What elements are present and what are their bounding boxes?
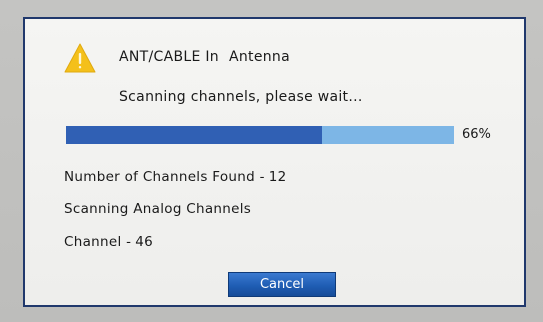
scan-mode-text: Scanning Analog Channels [64,201,252,217]
channels-found-count: 12 [268,169,287,185]
tv-screen: ANT/CABLE In Antenna Scanning channels, p… [0,0,543,322]
current-channel-row: Channel -46 [64,234,153,250]
scan-progress-fill [66,126,323,144]
current-channel-label: Channel - [64,234,132,250]
warning-icon [64,43,96,73]
cancel-button[interactable]: Cancel [228,272,336,297]
scan-progress-bar [66,126,454,144]
channels-found-row: Number of Channels Found -12 [64,169,287,185]
scan-status-message: Scanning channels, please wait... [119,89,363,105]
current-channel-number: 46 [135,234,154,250]
channel-scan-dialog: ANT/CABLE In Antenna Scanning channels, p… [23,17,526,307]
channels-found-label: Number of Channels Found - [64,169,265,185]
input-source-label: ANT/CABLE In [119,49,219,65]
input-source-value: Antenna [228,49,290,65]
input-source-line: ANT/CABLE In Antenna [119,49,290,65]
scan-progress-percent: 66% [462,127,491,142]
